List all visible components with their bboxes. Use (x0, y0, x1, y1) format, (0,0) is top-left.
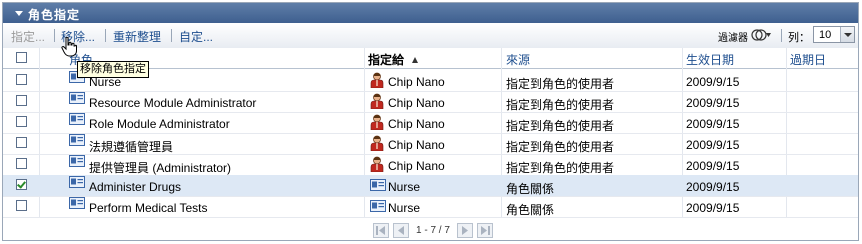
panel-title-bar[interactable]: 角色指定 (3, 3, 858, 23)
rows-per-page-value: 10 (819, 29, 832, 41)
table-row[interactable]: 提供管理員 (Administrator) Chip Nano 指定到角色的使用者 2… (3, 154, 858, 176)
row-checkbox[interactable] (16, 179, 27, 190)
chevron-down-icon[interactable] (840, 27, 854, 42)
assigned-to: Chip Nano (388, 159, 445, 173)
source: 角色關係 (506, 203, 555, 217)
filter-icon[interactable] (750, 27, 772, 43)
row-checkbox[interactable] (16, 158, 27, 169)
first-page-icon (376, 226, 385, 235)
tooltip: 移除角色指定 (77, 61, 149, 78)
table-row[interactable]: Role Module Administrator Chip Nano 指定到角色的… (3, 112, 858, 134)
column-header-assigned-to-label: 指定給 (368, 53, 405, 67)
row-checkbox[interactable] (16, 116, 27, 127)
table-row[interactable]: Perform Medical Tests Nurse 角色關係 2009/9/15 (3, 196, 858, 218)
rows-per-page-label: 列： (788, 32, 810, 44)
source: 指定到角色的使用者 (506, 77, 615, 91)
last-page-icon (481, 226, 490, 235)
row-checkbox[interactable] (16, 200, 27, 211)
refresh-button[interactable]: 重新整理 (113, 28, 161, 45)
assign-button[interactable]: 指定... (11, 28, 45, 45)
role-name[interactable]: Resource Module Administrator (89, 96, 256, 110)
next-page-button[interactable] (457, 223, 473, 238)
column-header-effective-date[interactable]: 生效日期 (686, 51, 734, 68)
page-range: 1 - 7 / 7 (416, 225, 450, 236)
assigned-to: Nurse (388, 201, 421, 215)
row-checkbox[interactable] (16, 74, 27, 85)
assigned-to: Chip Nano (388, 75, 445, 89)
hand-cursor-icon (61, 37, 77, 57)
effective-date: 2009/9/15 (686, 96, 740, 110)
row-checkbox[interactable] (16, 137, 27, 148)
effective-date: 2009/9/15 (686, 75, 740, 89)
table-row[interactable]: Administer Drugs Nurse 角色關係 2009/9/15 (3, 175, 858, 197)
pager: 1 - 7 / 7 (373, 223, 493, 239)
source: 指定到角色的使用者 (506, 119, 615, 133)
user-icon (370, 93, 384, 109)
customize-button[interactable]: 自定... (179, 28, 213, 45)
user-icon (370, 135, 384, 151)
filter-label[interactable]: 過濾器 (718, 29, 748, 44)
role-name[interactable]: Administer Drugs (89, 180, 181, 194)
rows-per-page-select[interactable]: 10 (813, 26, 855, 43)
column-header-expiration-date[interactable]: 過期日 (790, 51, 826, 68)
source: 角色關係 (506, 182, 555, 196)
user-icon (370, 114, 384, 130)
role-name[interactable]: Perform Medical Tests (89, 201, 207, 215)
role-assignments-panel: 角色指定 指定... 移除... 重新整理 自定... 過濾器 列： 10 角色… (2, 2, 859, 241)
toolbar-separator (105, 29, 106, 42)
first-page-button[interactable] (373, 223, 389, 238)
column-header-assigned-to[interactable]: 指定給 (368, 51, 419, 68)
assigned-to: Chip Nano (388, 96, 445, 110)
role-name[interactable]: 法規遵循管理員 (89, 138, 173, 155)
source: 指定到角色的使用者 (506, 140, 615, 154)
role-icon (69, 92, 85, 104)
sort-ascending-icon (412, 57, 419, 63)
toolbar-separator (781, 29, 782, 42)
previous-page-icon (398, 226, 404, 235)
role-icon (370, 179, 386, 191)
role-name[interactable]: 提供管理員 (Administrator) (89, 159, 231, 176)
role-icon (69, 134, 85, 146)
user-icon (370, 156, 384, 172)
effective-date: 2009/9/15 (686, 138, 740, 152)
role-icon (69, 176, 85, 188)
effective-date: 2009/9/15 (686, 117, 740, 131)
row-checkbox[interactable] (16, 95, 27, 106)
assigned-to: Nurse (388, 180, 421, 194)
effective-date: 2009/9/15 (686, 201, 740, 215)
select-all-checkbox[interactable] (16, 52, 27, 63)
previous-page-button[interactable] (393, 223, 409, 238)
role-icon (69, 113, 85, 125)
effective-date: 2009/9/15 (686, 159, 740, 173)
next-page-icon (462, 226, 468, 235)
toolbar-separator (54, 29, 55, 42)
toolbar-separator (171, 29, 172, 42)
role-name[interactable]: Role Module Administrator (89, 117, 230, 131)
source: 指定到角色的使用者 (506, 161, 615, 175)
source: 指定到角色的使用者 (506, 98, 615, 112)
column-header-source[interactable]: 來源 (506, 51, 530, 68)
collapse-triangle-icon[interactable] (15, 11, 23, 16)
table-row[interactable]: 法規遵循管理員 Chip Nano 指定到角色的使用者 2009/9/15 (3, 133, 858, 155)
user-icon (370, 72, 384, 88)
role-icon (370, 200, 386, 212)
effective-date: 2009/9/15 (686, 180, 740, 194)
panel-title: 角色指定 (28, 8, 81, 22)
role-icon (69, 155, 85, 167)
assigned-to: Chip Nano (388, 117, 445, 131)
table-row[interactable]: Resource Module Administrator Chip Nano 指定… (3, 91, 858, 113)
toolbar: 指定... 移除... 重新整理 自定... 過濾器 列： 10 (3, 23, 858, 49)
assigned-to: Chip Nano (388, 138, 445, 152)
role-icon (69, 197, 85, 209)
last-page-button[interactable] (477, 223, 493, 238)
